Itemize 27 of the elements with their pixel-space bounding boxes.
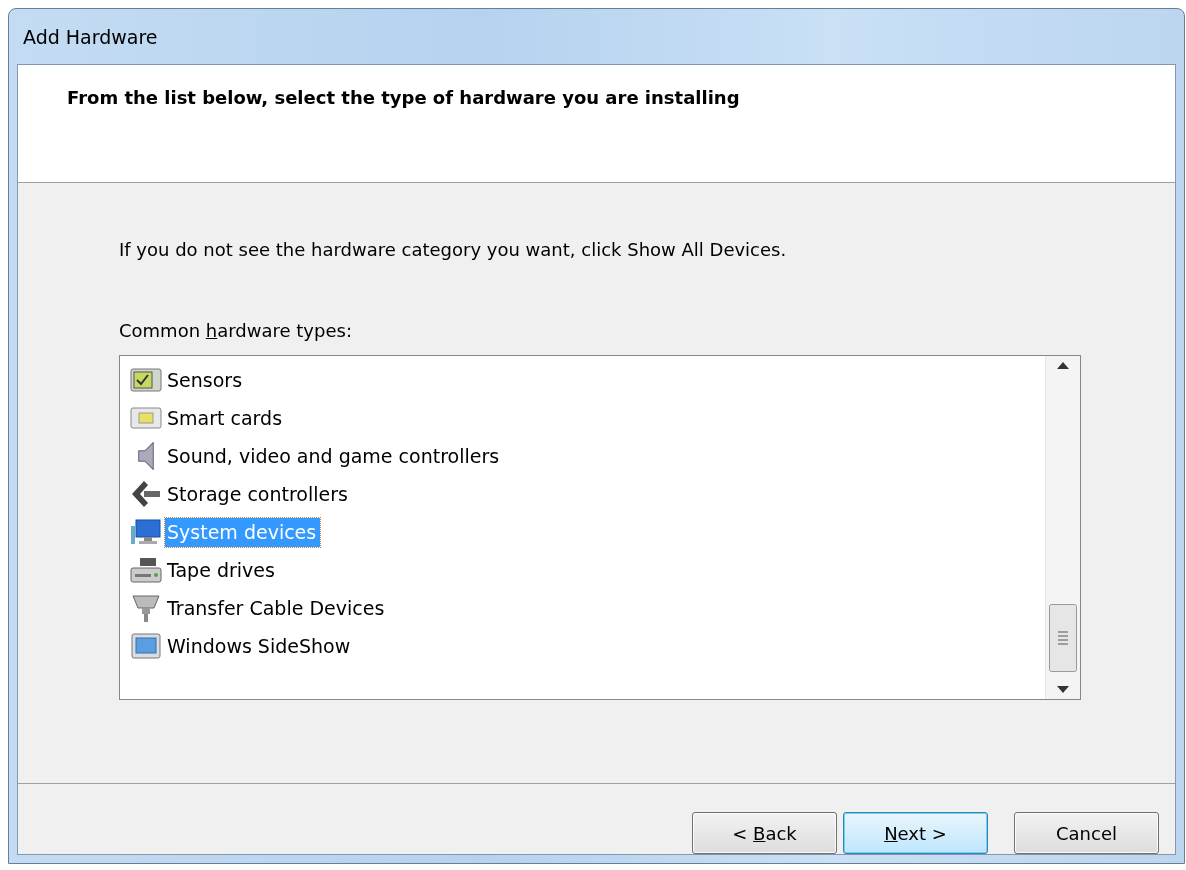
- list-label: Common hardware types:: [119, 320, 353, 341]
- smart-card-icon: [130, 405, 162, 431]
- scroll-down-icon[interactable]: [1057, 686, 1069, 693]
- list-item[interactable]: Sound, video and game controllers: [165, 441, 504, 471]
- tape-drive-icon: [130, 556, 162, 584]
- list-item[interactable]: Sensors: [165, 365, 247, 395]
- cable-connector-icon: [130, 593, 162, 623]
- list-item[interactable]: Transfer Cable Devices: [165, 593, 389, 623]
- dialog-button[interactable]: Next >: [843, 812, 988, 854]
- intro-text: If you do not see the hardware category you want, click Show All Devices.: [119, 239, 788, 260]
- display-icon: [130, 632, 162, 660]
- scroll-thumb[interactable]: [1049, 604, 1077, 672]
- dialog-button[interactable]: Cancel: [1014, 812, 1159, 854]
- speaker-icon: [138, 442, 154, 470]
- scroll-up-icon[interactable]: [1057, 362, 1069, 369]
- scrollbar[interactable]: [1045, 356, 1080, 699]
- hardware-type-list[interactable]: Sensors Smart cards Sound, video and game controllers Storage controllers System devices Tape drives Transfer Cable Devices Windows SideShow: [119, 355, 1081, 700]
- computer-icon: [130, 518, 162, 546]
- list-item[interactable]: Tape drives: [165, 555, 279, 585]
- page-heading: From the list below, select the type of hardware you are installing: [67, 87, 740, 108]
- dialog-button[interactable]: < Back: [692, 812, 837, 854]
- storage-controller-icon: [130, 479, 162, 509]
- window-title: Add Hardware: [23, 25, 158, 48]
- list-item[interactable]: Windows SideShow: [165, 631, 355, 661]
- sensor-icon: [130, 367, 162, 393]
- list-item[interactable]: Smart cards: [165, 403, 287, 433]
- list-item[interactable]: Storage controllers: [165, 479, 352, 509]
